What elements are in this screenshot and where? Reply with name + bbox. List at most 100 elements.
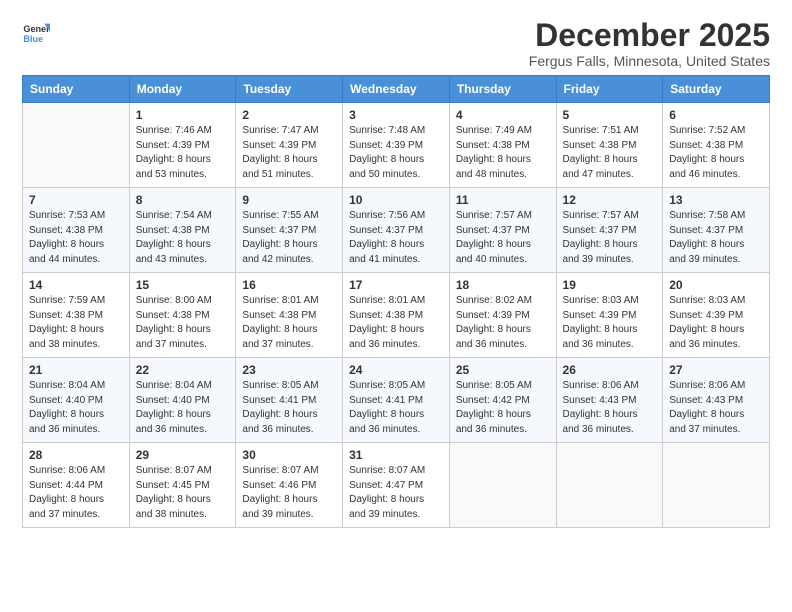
calendar-cell: 30 Sunrise: 8:07 AMSunset: 4:46 PMDayligh… bbox=[236, 443, 343, 528]
day-info: Sunrise: 8:06 AMSunset: 4:43 PMDaylight:… bbox=[563, 379, 657, 437]
svg-text:Blue: Blue bbox=[23, 34, 43, 44]
col-sunday: Sunday bbox=[23, 76, 130, 103]
day-number: 4 bbox=[456, 108, 550, 122]
day-info: Sunrise: 7:57 AMSunset: 4:37 PMDaylight:… bbox=[456, 209, 550, 267]
day-info: Sunrise: 7:53 AMSunset: 4:38 PMDaylight:… bbox=[29, 209, 123, 267]
col-tuesday: Tuesday bbox=[236, 76, 343, 103]
calendar-week-4: 28 Sunrise: 8:06 AMSunset: 4:44 PMDayligh… bbox=[23, 443, 770, 528]
day-info: Sunrise: 8:07 AMSunset: 4:46 PMDaylight:… bbox=[242, 464, 336, 522]
day-number: 20 bbox=[669, 278, 763, 292]
calendar-table: Sunday Monday Tuesday Wednesday Thursday… bbox=[22, 75, 770, 528]
calendar-cell: 7 Sunrise: 7:53 AMSunset: 4:38 PMDaylight… bbox=[23, 188, 130, 273]
day-info: Sunrise: 8:02 AMSunset: 4:39 PMDaylight:… bbox=[456, 294, 550, 352]
logo: General Blue bbox=[22, 18, 54, 46]
calendar-cell: 13Sunrise: 7:58 AMSunset: 4:37 PMDayligh… bbox=[663, 188, 770, 273]
calendar-cell: 16Sunrise: 8:01 AMSunset: 4:38 PMDayligh… bbox=[236, 273, 343, 358]
col-friday: Friday bbox=[556, 76, 663, 103]
day-info: Sunrise: 7:55 AMSunset: 4:37 PMDaylight:… bbox=[242, 209, 336, 267]
day-number: 29 bbox=[136, 448, 230, 462]
calendar-week-3: 21 Sunrise: 8:04 AMSunset: 4:40 PMDayligh… bbox=[23, 358, 770, 443]
calendar-cell: 17 Sunrise: 8:01 AMSunset: 4:38 PMDayligh… bbox=[343, 273, 450, 358]
day-info: Sunrise: 7:46 AMSunset: 4:39 PMDaylight:… bbox=[136, 124, 230, 182]
calendar-cell: 25Sunrise: 8:05 AMSunset: 4:42 PMDayligh… bbox=[449, 358, 556, 443]
day-number: 18 bbox=[456, 278, 550, 292]
col-wednesday: Wednesday bbox=[343, 76, 450, 103]
day-info: Sunrise: 8:03 AMSunset: 4:39 PMDaylight:… bbox=[563, 294, 657, 352]
day-number: 9 bbox=[242, 193, 336, 207]
day-number: 12 bbox=[563, 193, 657, 207]
header: General Blue December 2025 Fergus Falls,… bbox=[22, 18, 770, 69]
calendar-cell bbox=[663, 443, 770, 528]
day-number: 2 bbox=[242, 108, 336, 122]
day-info: Sunrise: 7:47 AMSunset: 4:39 PMDaylight:… bbox=[242, 124, 336, 182]
day-info: Sunrise: 8:04 AMSunset: 4:40 PMDaylight:… bbox=[29, 379, 123, 437]
calendar-cell: 26 Sunrise: 8:06 AMSunset: 4:43 PMDayligh… bbox=[556, 358, 663, 443]
calendar-cell: 24 Sunrise: 8:05 AMSunset: 4:41 PMDayligh… bbox=[343, 358, 450, 443]
day-number: 24 bbox=[349, 363, 443, 377]
day-number: 8 bbox=[136, 193, 230, 207]
day-number: 31 bbox=[349, 448, 443, 462]
day-info: Sunrise: 8:07 AMSunset: 4:47 PMDaylight:… bbox=[349, 464, 443, 522]
calendar-cell: 28 Sunrise: 8:06 AMSunset: 4:44 PMDayligh… bbox=[23, 443, 130, 528]
calendar-cell: 29Sunrise: 8:07 AMSunset: 4:45 PMDayligh… bbox=[129, 443, 236, 528]
day-number: 17 bbox=[349, 278, 443, 292]
day-number: 16 bbox=[242, 278, 336, 292]
header-row: Sunday Monday Tuesday Wednesday Thursday… bbox=[23, 76, 770, 103]
calendar-cell: 2 Sunrise: 7:47 AMSunset: 4:39 PMDaylight… bbox=[236, 103, 343, 188]
calendar-cell: 10 Sunrise: 7:56 AMSunset: 4:37 PMDayligh… bbox=[343, 188, 450, 273]
page: General Blue December 2025 Fergus Falls,… bbox=[0, 0, 792, 612]
calendar-cell: 9 Sunrise: 7:55 AMSunset: 4:37 PMDaylight… bbox=[236, 188, 343, 273]
day-info: Sunrise: 8:04 AMSunset: 4:40 PMDaylight:… bbox=[136, 379, 230, 437]
day-number: 26 bbox=[563, 363, 657, 377]
day-number: 22 bbox=[136, 363, 230, 377]
logo-icon: General Blue bbox=[22, 18, 50, 46]
calendar-cell: 4 Sunrise: 7:49 AMSunset: 4:38 PMDaylight… bbox=[449, 103, 556, 188]
calendar-body: 1 Sunrise: 7:46 AMSunset: 4:39 PMDaylight… bbox=[23, 103, 770, 528]
day-info: Sunrise: 8:05 AMSunset: 4:41 PMDaylight:… bbox=[242, 379, 336, 437]
calendar-cell: 15 Sunrise: 8:00 AMSunset: 4:38 PMDayligh… bbox=[129, 273, 236, 358]
day-info: Sunrise: 7:59 AMSunset: 4:38 PMDaylight:… bbox=[29, 294, 123, 352]
calendar-cell: 31 Sunrise: 8:07 AMSunset: 4:47 PMDayligh… bbox=[343, 443, 450, 528]
day-info: Sunrise: 8:05 AMSunset: 4:42 PMDaylight:… bbox=[456, 379, 550, 437]
day-info: Sunrise: 8:05 AMSunset: 4:41 PMDaylight:… bbox=[349, 379, 443, 437]
calendar-cell: 22 Sunrise: 8:04 AMSunset: 4:40 PMDayligh… bbox=[129, 358, 236, 443]
day-info: Sunrise: 7:58 AMSunset: 4:37 PMDaylight:… bbox=[669, 209, 763, 267]
day-number: 6 bbox=[669, 108, 763, 122]
day-info: Sunrise: 7:48 AMSunset: 4:39 PMDaylight:… bbox=[349, 124, 443, 182]
calendar-title: December 2025 bbox=[529, 18, 770, 53]
day-number: 28 bbox=[29, 448, 123, 462]
calendar-cell bbox=[556, 443, 663, 528]
calendar-cell: 20Sunrise: 8:03 AMSunset: 4:39 PMDayligh… bbox=[663, 273, 770, 358]
day-number: 15 bbox=[136, 278, 230, 292]
calendar-week-1: 7 Sunrise: 7:53 AMSunset: 4:38 PMDaylight… bbox=[23, 188, 770, 273]
day-info: Sunrise: 8:06 AMSunset: 4:43 PMDaylight:… bbox=[669, 379, 763, 437]
day-number: 11 bbox=[456, 193, 550, 207]
day-number: 3 bbox=[349, 108, 443, 122]
day-info: Sunrise: 7:54 AMSunset: 4:38 PMDaylight:… bbox=[136, 209, 230, 267]
col-saturday: Saturday bbox=[663, 76, 770, 103]
day-info: Sunrise: 8:00 AMSunset: 4:38 PMDaylight:… bbox=[136, 294, 230, 352]
calendar-cell: 3 Sunrise: 7:48 AMSunset: 4:39 PMDaylight… bbox=[343, 103, 450, 188]
calendar-cell: 23Sunrise: 8:05 AMSunset: 4:41 PMDayligh… bbox=[236, 358, 343, 443]
day-number: 10 bbox=[349, 193, 443, 207]
calendar-cell: 1 Sunrise: 7:46 AMSunset: 4:39 PMDaylight… bbox=[129, 103, 236, 188]
day-info: Sunrise: 7:56 AMSunset: 4:37 PMDaylight:… bbox=[349, 209, 443, 267]
calendar-cell bbox=[23, 103, 130, 188]
calendar-cell: 5Sunrise: 7:51 AMSunset: 4:38 PMDaylight… bbox=[556, 103, 663, 188]
day-info: Sunrise: 7:52 AMSunset: 4:38 PMDaylight:… bbox=[669, 124, 763, 182]
col-thursday: Thursday bbox=[449, 76, 556, 103]
day-number: 1 bbox=[136, 108, 230, 122]
day-info: Sunrise: 7:57 AMSunset: 4:37 PMDaylight:… bbox=[563, 209, 657, 267]
calendar-week-2: 14Sunrise: 7:59 AMSunset: 4:38 PMDayligh… bbox=[23, 273, 770, 358]
day-info: Sunrise: 8:06 AMSunset: 4:44 PMDaylight:… bbox=[29, 464, 123, 522]
calendar-cell: 21 Sunrise: 8:04 AMSunset: 4:40 PMDayligh… bbox=[23, 358, 130, 443]
title-block: December 2025 Fergus Falls, Minnesota, U… bbox=[529, 18, 770, 69]
calendar-cell bbox=[449, 443, 556, 528]
day-number: 30 bbox=[242, 448, 336, 462]
day-number: 7 bbox=[29, 193, 123, 207]
calendar-subtitle: Fergus Falls, Minnesota, United States bbox=[529, 53, 770, 69]
day-info: Sunrise: 8:01 AMSunset: 4:38 PMDaylight:… bbox=[349, 294, 443, 352]
calendar-cell: 6 Sunrise: 7:52 AMSunset: 4:38 PMDaylight… bbox=[663, 103, 770, 188]
day-info: Sunrise: 7:49 AMSunset: 4:38 PMDaylight:… bbox=[456, 124, 550, 182]
day-number: 21 bbox=[29, 363, 123, 377]
